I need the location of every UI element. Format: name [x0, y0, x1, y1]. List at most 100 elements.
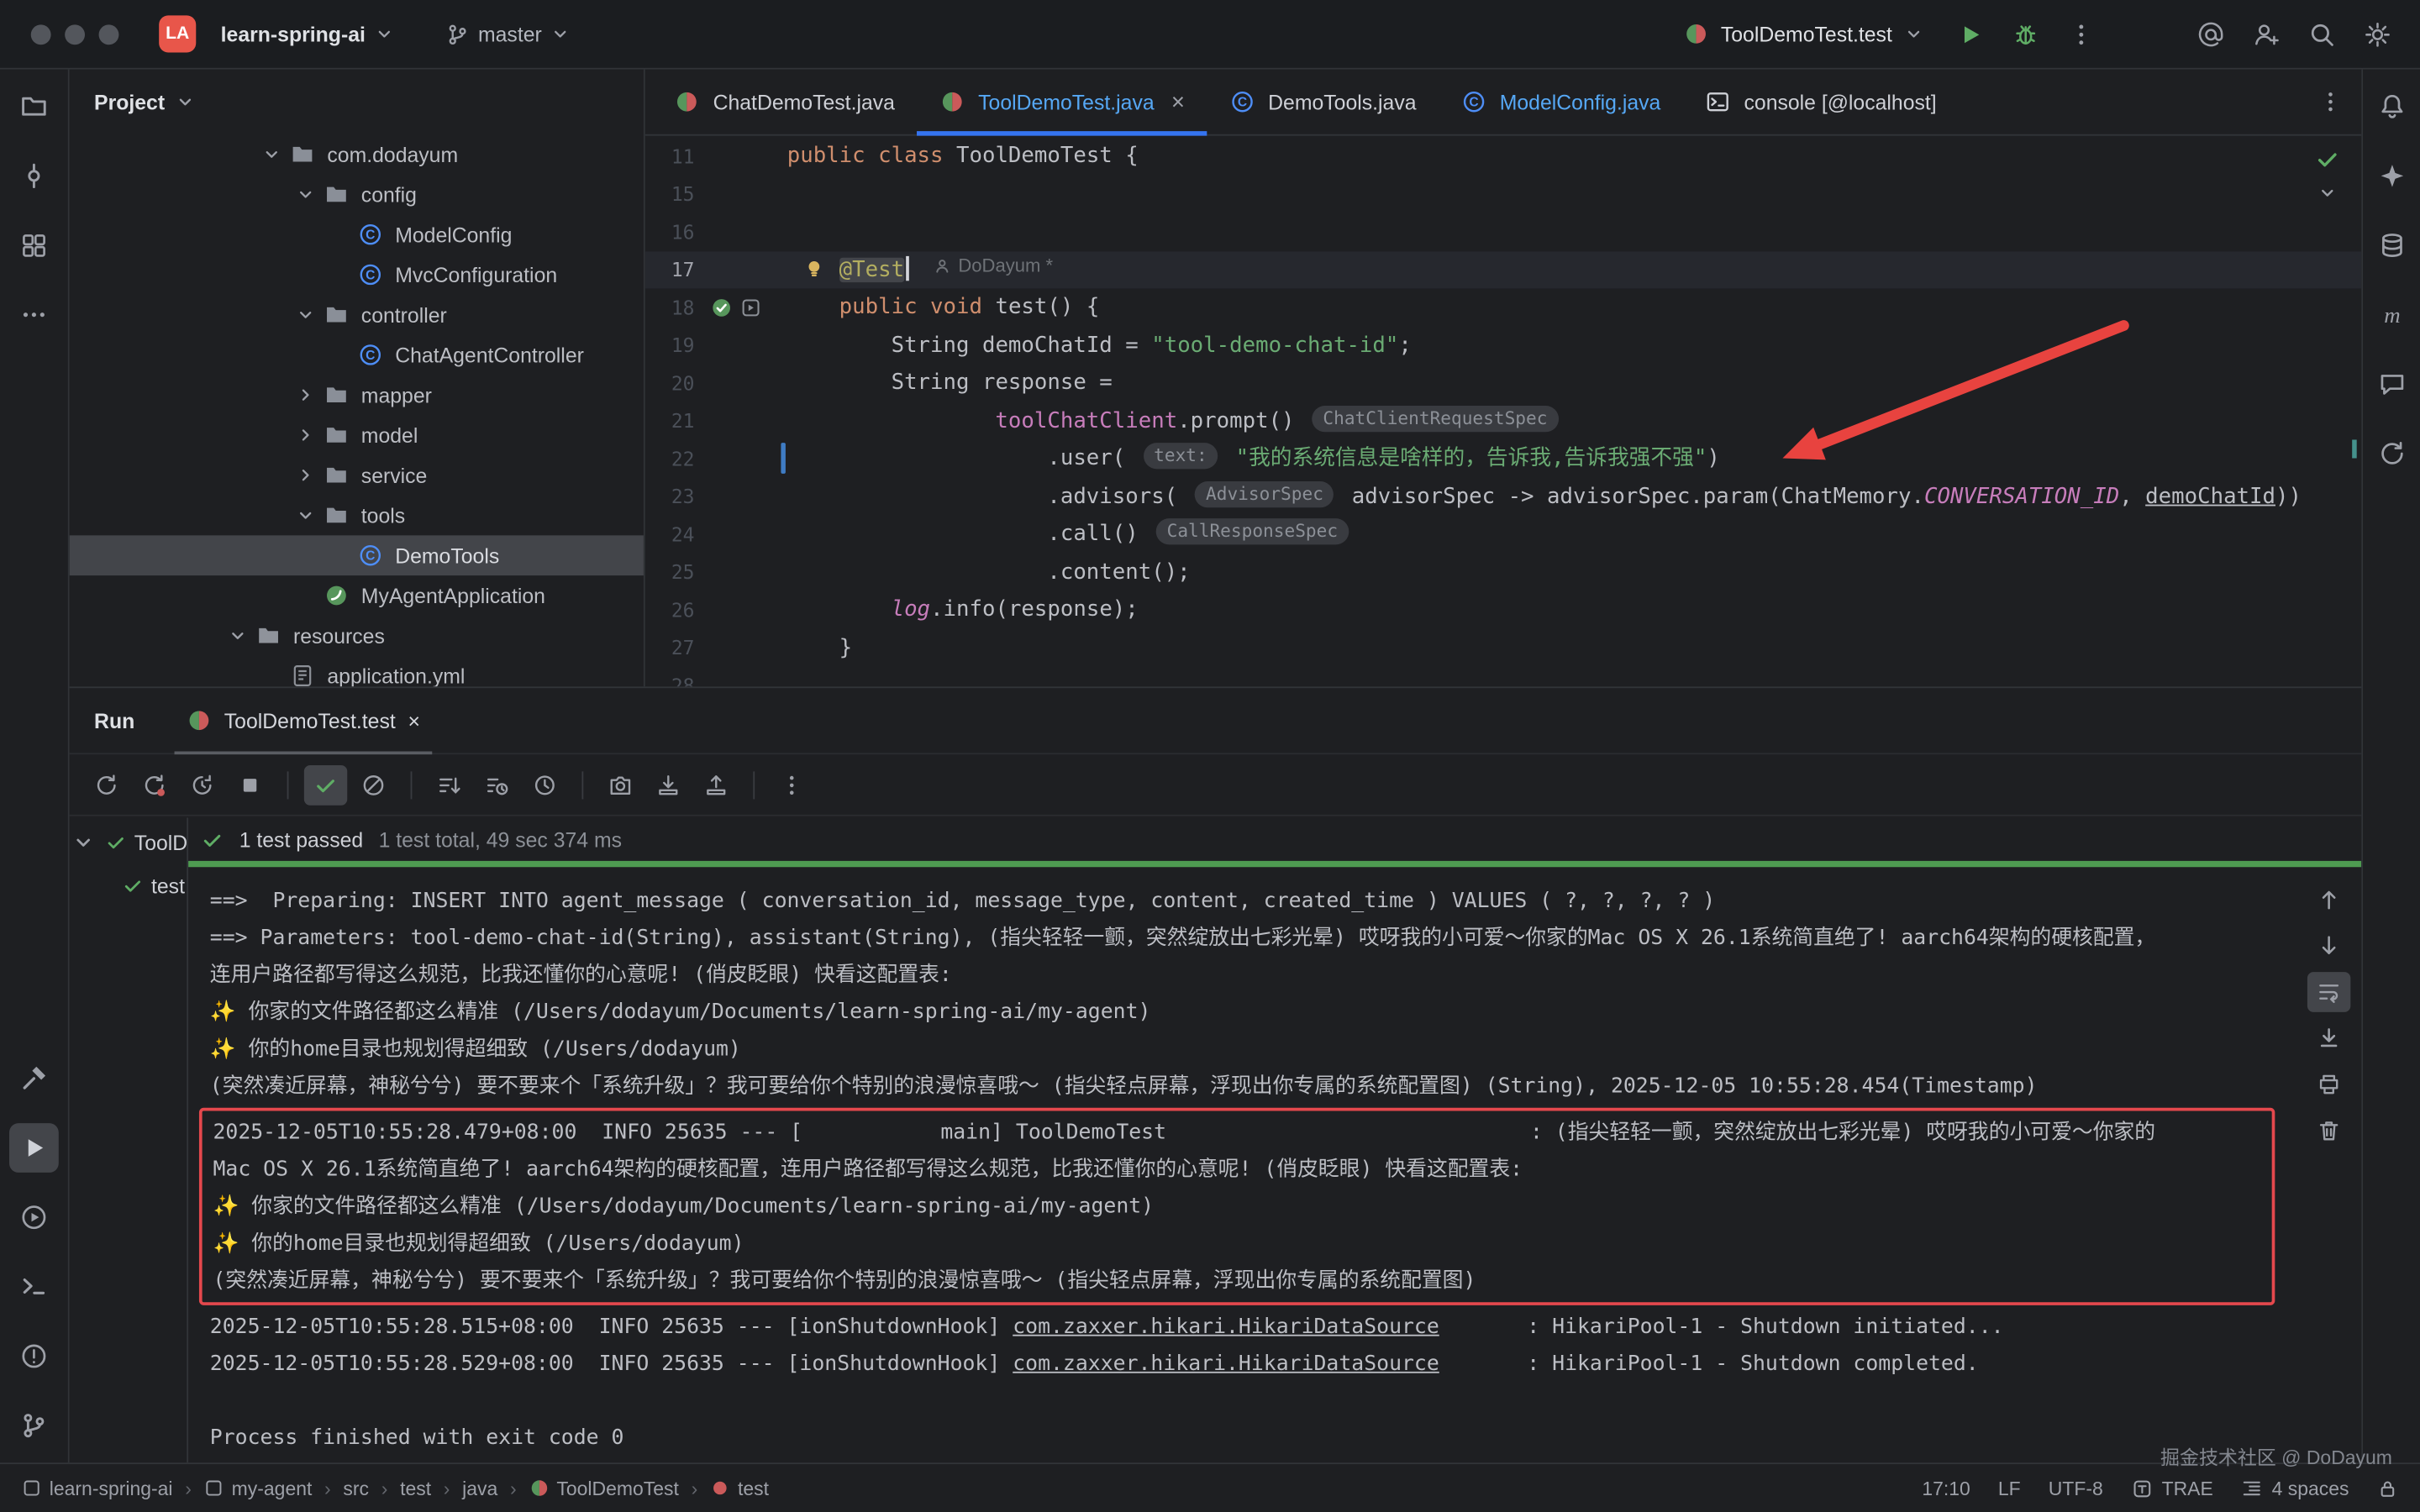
- console-text[interactable]: com.zaxxer.hikari.HikariDataSource: [1013, 1352, 1439, 1376]
- test-tree-method[interactable]: test: [70, 864, 187, 907]
- settings-button[interactable]: [2355, 13, 2398, 55]
- code-line[interactable]: 17 @TestDoDayum *: [645, 250, 2361, 288]
- more-icon[interactable]: [9, 290, 59, 339]
- project-tree-item[interactable]: com.dodayum: [70, 134, 644, 175]
- notifications-icon[interactable]: [2367, 81, 2417, 131]
- minimize-window-button[interactable]: [65, 24, 85, 44]
- chat-icon[interactable]: [2367, 360, 2417, 409]
- test-passed-gutter-icon[interactable]: [710, 296, 734, 319]
- indent-widget[interactable]: 4 spaces: [2241, 1478, 2349, 1499]
- breadcrumb-item[interactable]: test: [400, 1478, 431, 1499]
- tree-chevron-icon[interactable]: [292, 466, 319, 485]
- breadcrumb-item[interactable]: ToolDemoTest: [529, 1478, 679, 1499]
- lock-widget[interactable]: [2377, 1478, 2399, 1499]
- clear-icon[interactable]: [2307, 1110, 2350, 1151]
- ai-assistant-icon[interactable]: [2367, 151, 2417, 201]
- code-line[interactable]: 23 .advisors( AdvisorSpec advisorSpec ->…: [645, 477, 2361, 515]
- close-window-button[interactable]: [31, 24, 51, 44]
- services-icon[interactable]: [9, 1193, 59, 1242]
- scroll-end-icon[interactable]: [2307, 1018, 2350, 1058]
- code-line[interactable]: 11public class ToolDemoTest {: [645, 137, 2361, 175]
- editor-tab[interactable]: CModelConfig.java: [1438, 70, 1682, 134]
- console-text[interactable]: com.zaxxer.hikari.HikariDataSource: [1013, 1315, 1439, 1339]
- project-tree-item[interactable]: MyAgentApplication: [70, 575, 644, 616]
- code-line[interactable]: 25 .content();: [645, 553, 2361, 591]
- tree-chevron-icon[interactable]: [258, 145, 286, 164]
- terminal-icon[interactable]: [9, 1262, 59, 1311]
- version-control-icon[interactable]: [9, 1401, 59, 1451]
- breadcrumb-item[interactable]: learn-spring-ai: [22, 1478, 173, 1499]
- code-line[interactable]: 19 String demoChatId = "tool-demo-chat-i…: [645, 326, 2361, 364]
- stop-icon[interactable]: [229, 764, 271, 805]
- code-line[interactable]: 18 public void test() {: [645, 288, 2361, 326]
- export-results-icon[interactable]: [695, 764, 738, 805]
- close-run-tab-icon[interactable]: ×: [408, 709, 419, 732]
- project-tree-item[interactable]: config: [70, 175, 644, 215]
- project-tree-item[interactable]: resources: [70, 616, 644, 656]
- database-icon[interactable]: [2367, 221, 2417, 270]
- editor-tab[interactable]: CDemoTools.java: [1207, 70, 1439, 134]
- project-tree-item[interactable]: CDemoTools: [70, 535, 644, 575]
- project-tree-item[interactable]: CMvcConfiguration: [70, 255, 644, 295]
- code-line[interactable]: 24 .call() CallResponseSpec: [645, 515, 2361, 553]
- soft-wrap-icon[interactable]: [2307, 972, 2350, 1012]
- editor-tab[interactable]: console [@localhost]: [1682, 70, 1958, 134]
- caret-position-widget[interactable]: 17:10: [1922, 1478, 1970, 1499]
- debug-button[interactable]: [2003, 13, 2046, 55]
- search-everywhere-button[interactable]: [2300, 13, 2343, 55]
- run-configuration-selector[interactable]: ToolDemoTest.test: [1684, 22, 1923, 46]
- code-line[interactable]: 27 }: [645, 628, 2361, 666]
- project-tree-item[interactable]: application.yml: [70, 656, 644, 687]
- project-tree-item[interactable]: tools: [70, 496, 644, 536]
- close-tab-icon[interactable]: ×: [1171, 89, 1185, 115]
- print-icon[interactable]: [2307, 1064, 2350, 1105]
- project-tree-item[interactable]: CModelConfig: [70, 214, 644, 255]
- run-console[interactable]: ==> Preparing: INSERT INTO agent_message…: [188, 874, 2291, 1463]
- import-tests-icon[interactable]: [647, 764, 690, 805]
- more-icon[interactable]: [771, 764, 813, 805]
- rerun-failed-icon[interactable]: [133, 764, 176, 805]
- trae-widget[interactable]: TRAE: [2131, 1478, 2213, 1499]
- code-line[interactable]: 26 log.info(response);: [645, 591, 2361, 628]
- history-icon[interactable]: [2367, 429, 2417, 479]
- code-line[interactable]: 28: [645, 666, 2361, 686]
- run-button[interactable]: [1948, 13, 1991, 55]
- commit-icon[interactable]: [9, 151, 59, 201]
- tree-chevron-icon[interactable]: [292, 506, 319, 524]
- maven-icon[interactable]: m: [2367, 290, 2417, 339]
- auto-test-icon[interactable]: [181, 764, 224, 805]
- project-tree-item[interactable]: model: [70, 415, 644, 455]
- show-ignored-icon[interactable]: [352, 764, 395, 805]
- project-switcher[interactable]: learn-spring-ai: [212, 16, 402, 51]
- code-line[interactable]: 22 .user( text: "我的系统信息是啥样的，告诉我,告诉我强不强"): [645, 439, 2361, 477]
- project-tree-item[interactable]: service: [70, 455, 644, 496]
- tree-chevron-icon[interactable]: [292, 426, 319, 444]
- code-line[interactable]: 21 toolChatClient.prompt() ChatClientReq…: [645, 402, 2361, 439]
- line-separator-widget[interactable]: LF: [1998, 1478, 2021, 1499]
- sort-by-duration-icon[interactable]: [476, 764, 518, 805]
- structure-icon[interactable]: [9, 221, 59, 270]
- run-test-gutter-icon[interactable]: [739, 296, 763, 319]
- tree-chevron-icon[interactable]: [292, 386, 319, 404]
- show-passed-icon[interactable]: [304, 764, 347, 805]
- project-tree-item[interactable]: mapper: [70, 375, 644, 415]
- more-run-actions-button[interactable]: [2059, 13, 2102, 55]
- project-tree-item[interactable]: controller: [70, 295, 644, 335]
- editor-tab[interactable]: ChatDemoTest.java: [651, 70, 917, 134]
- code-editor[interactable]: 11public class ToolDemoTest {151617 @Tes…: [645, 137, 2361, 686]
- problems-icon[interactable]: [9, 1331, 59, 1381]
- run-icon[interactable]: [9, 1123, 59, 1173]
- sort-alphabetically-icon[interactable]: [428, 764, 471, 805]
- code-line[interactable]: 20 String response =: [645, 364, 2361, 402]
- code-line[interactable]: 16: [645, 213, 2361, 250]
- tree-chevron-icon[interactable]: [70, 832, 97, 853]
- breadcrumb-item[interactable]: test: [710, 1478, 769, 1499]
- inspection-widget[interactable]: [2315, 146, 2339, 202]
- project-panel-header[interactable]: Project: [70, 70, 644, 134]
- project-tree-item[interactable]: CChatAgentController: [70, 335, 644, 375]
- branch-widget[interactable]: master: [436, 16, 578, 51]
- project-icon[interactable]: [9, 81, 59, 131]
- breadcrumb-item[interactable]: java: [462, 1478, 497, 1499]
- intention-bulb-icon[interactable]: [802, 257, 826, 281]
- run-tab[interactable]: ToolDemoTest.test ×: [175, 688, 433, 753]
